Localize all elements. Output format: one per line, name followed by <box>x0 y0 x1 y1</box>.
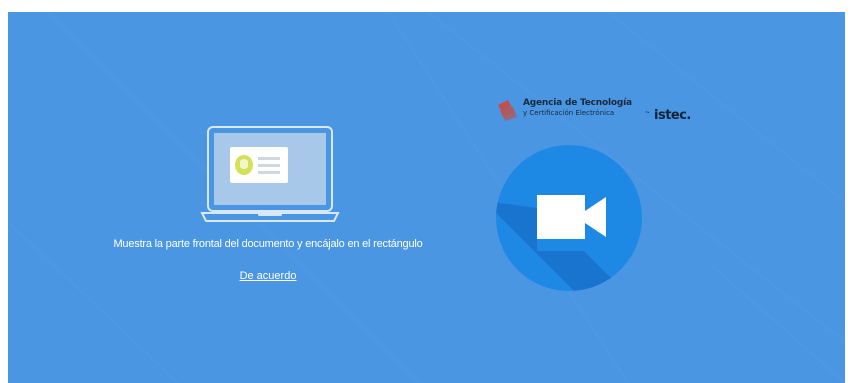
accv-logo-mark-icon <box>498 100 517 121</box>
laptop-id-card-icon <box>200 126 340 222</box>
logo-brand-prefix: ~ <box>645 108 650 117</box>
instruction-text: Muestra la parte frontal del documento y… <box>113 238 423 250</box>
agency-logo: Agencia de Tecnología y Certificación El… <box>496 97 716 127</box>
logo-line2: y Certificación Electrónica <box>523 109 615 117</box>
logo-line1: Agencia de Tecnología <box>523 98 632 108</box>
video-camera-button[interactable] <box>494 143 644 293</box>
capture-panel: Muestra la parte frontal del documento y… <box>8 12 845 383</box>
background-diagonal-lines <box>8 12 845 383</box>
logo-brand: istec. <box>654 108 691 123</box>
agree-link[interactable]: De acuerdo <box>208 270 328 282</box>
